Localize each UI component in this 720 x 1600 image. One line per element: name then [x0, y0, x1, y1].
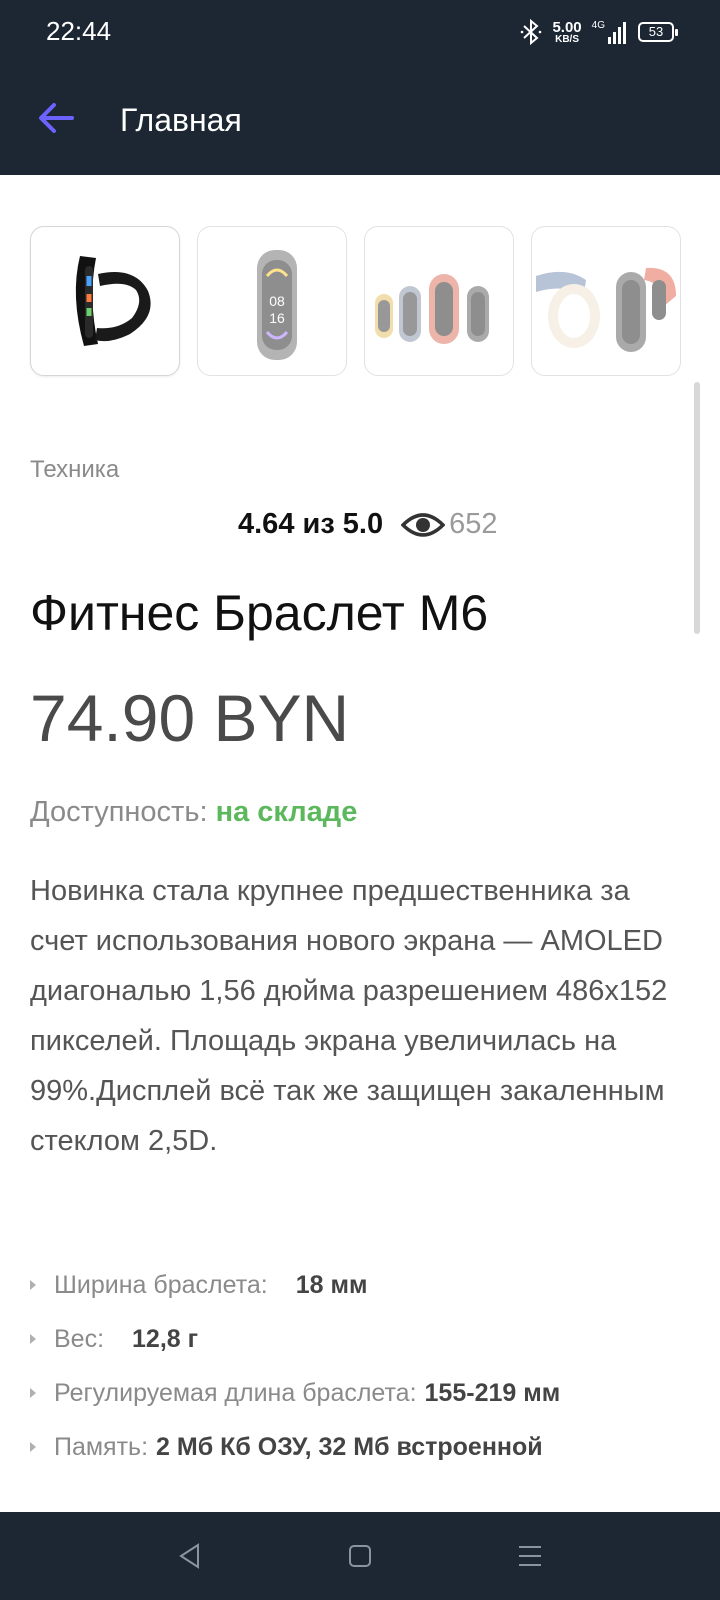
- availability-label: Доступность:: [30, 796, 208, 828]
- spec-label: Ширина браслета:: [54, 1270, 268, 1299]
- product-image: [536, 267, 676, 352]
- battery-level: 53: [648, 24, 664, 39]
- page-title: Главная: [120, 102, 242, 138]
- spec-item: Вес: 12,8 г: [30, 1312, 560, 1366]
- spec-label: Вес:: [54, 1324, 105, 1353]
- nav-menu-button[interactable]: [505, 1531, 555, 1581]
- spec-value: 12,8 г: [132, 1324, 199, 1353]
- status-time: 22:44: [46, 16, 112, 46]
- bullet-icon: [30, 1334, 36, 1344]
- nav-home-button[interactable]: [335, 1531, 385, 1581]
- thumbnail-4[interactable]: [531, 226, 681, 376]
- spec-label: Регулируемая длина браслета:: [54, 1378, 417, 1407]
- network-type: 4G: [591, 20, 605, 31]
- thumbnail-2[interactable]: 08 16: [197, 226, 347, 376]
- product-title: Фитнес Браслет M6: [30, 585, 489, 641]
- bullet-icon: [30, 1388, 36, 1398]
- bullet-icon: [30, 1442, 36, 1452]
- spec-value: 18 мм: [295, 1270, 368, 1299]
- system-nav-bar: [0, 1512, 720, 1600]
- bluetooth-icon: [521, 19, 542, 45]
- availability: Доступность: на складе: [30, 796, 357, 829]
- spec-item: Память: 2 Мб Кб ОЗУ, 32 Мб встроенной: [30, 1420, 560, 1474]
- spec-item: Регулируемая длина браслета: 155-219 мм: [30, 1366, 560, 1420]
- availability-status: на складе: [215, 796, 358, 828]
- product-image: [75, 256, 151, 346]
- battery-icon: 53: [638, 22, 678, 42]
- product-image: 08 16: [257, 250, 297, 360]
- product-category[interactable]: Техника: [30, 456, 119, 484]
- screen-minutes: 16: [269, 310, 285, 326]
- spec-value: 155-219 мм: [424, 1378, 561, 1407]
- product-image: [375, 274, 489, 344]
- triangle-back-icon: [179, 1543, 199, 1569]
- nav-back-button[interactable]: [165, 1531, 215, 1581]
- scrollbar[interactable]: [694, 382, 700, 634]
- spec-value: 2 Мб Кб ОЗУ, 32 Мб встроенной: [156, 1432, 543, 1461]
- product-description: Новинка стала крупнее предшественника за…: [30, 875, 668, 1157]
- screen-hours: 08: [269, 293, 285, 309]
- square-home-icon: [349, 1545, 371, 1567]
- top-bar: 22:44 5.00 KB/S 4G 53 Главная: [0, 0, 720, 175]
- thumbnail-1[interactable]: [30, 226, 180, 376]
- image-gallery: 08 16: [30, 226, 698, 376]
- product-rating: 4.64 из 5.0: [238, 508, 384, 540]
- bullet-icon: [30, 1280, 36, 1290]
- status-icons: 5.00 KB/S 4G 53: [510, 16, 678, 48]
- back-button[interactable]: [34, 96, 78, 140]
- menu-icon: [519, 1546, 541, 1566]
- speed-unit: KB/S: [555, 33, 579, 45]
- views-count: 652: [449, 508, 498, 540]
- signal-icon: 4G: [592, 20, 628, 44]
- spec-label: Память:: [54, 1432, 149, 1461]
- speed-value: 5.00: [552, 18, 582, 36]
- network-speed: 5.00 KB/S: [552, 20, 581, 45]
- specs-list: Ширина браслета: 18 мм Вес: 12,8 г Регул…: [30, 1258, 560, 1474]
- thumbnail-3[interactable]: [364, 226, 514, 376]
- spec-item: Ширина браслета: 18 мм: [30, 1258, 560, 1312]
- arrow-left-icon: [39, 103, 74, 133]
- eye-icon: [401, 512, 446, 537]
- product-price: 74.90 BYN: [30, 681, 350, 755]
- rating-row: 4.64 из 5.0 652: [238, 508, 498, 541]
